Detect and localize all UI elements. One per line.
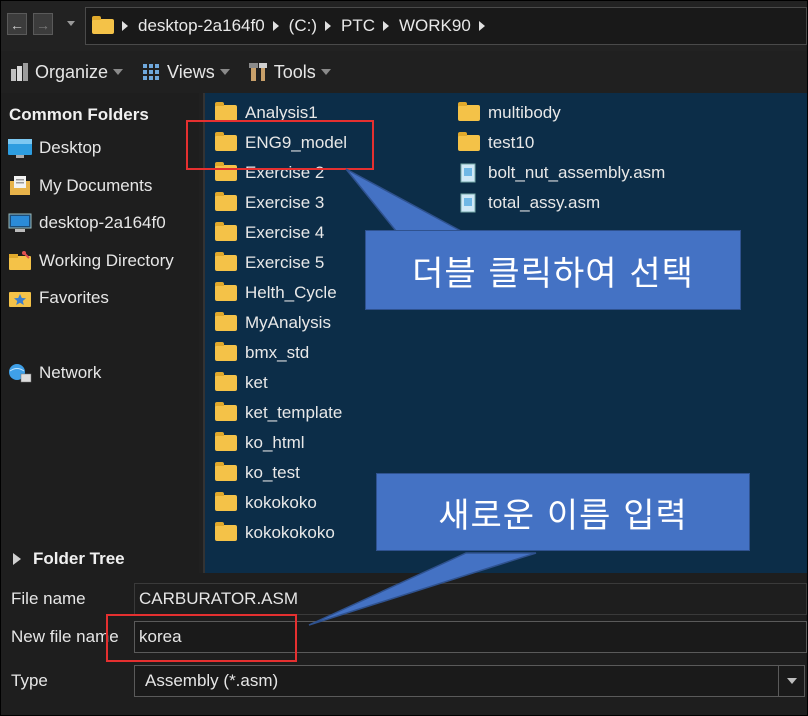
- callout-pointers: [308, 168, 537, 626]
- callout-select-instruction: 더블 클릭하여 선택: [365, 230, 741, 310]
- callout-pointer-rename: [308, 552, 537, 626]
- file-open-dialog: ← → desktop-2a164f0 (C:) PTC WORK90 Orga…: [0, 0, 808, 716]
- callout-rename-instruction: 새로운 이름 입력: [376, 473, 750, 551]
- callout-pointer-select: [345, 168, 462, 232]
